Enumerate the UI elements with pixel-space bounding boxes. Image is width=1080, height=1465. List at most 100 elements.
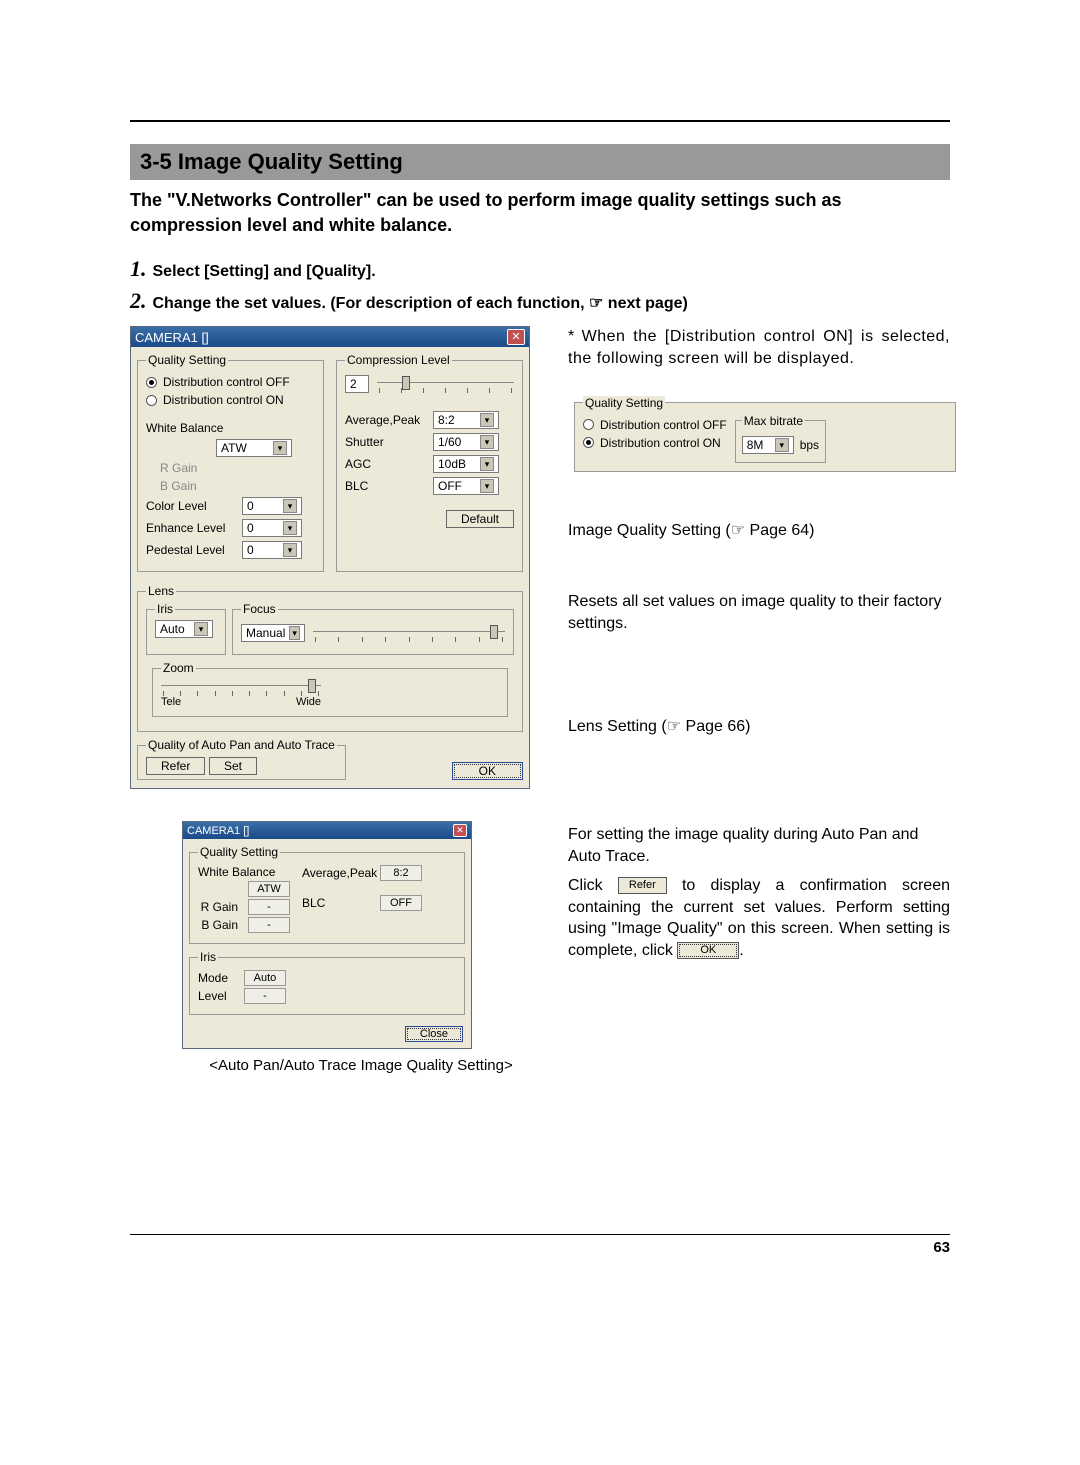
dropdown-icon: ▾ [480,457,494,471]
bps-label: bps [800,438,819,452]
zoom-tele-label: Tele [161,696,181,708]
iris-select[interactable]: Auto ▾ [155,620,213,638]
agc-select[interactable]: 10dB ▾ [433,455,499,473]
dropdown-icon: ▾ [283,543,297,557]
quality-setting-legend: Quality Setting [146,353,228,367]
refer-button[interactable]: Refer [146,757,205,775]
white-balance-label: White Balance [198,865,275,879]
reset-note: Resets all set values on image quality t… [568,591,950,634]
r-gain-label: R Gain [198,900,238,914]
level-readout: - [244,988,286,1004]
radio-icon [583,437,594,448]
enhance-level-select[interactable]: 0 ▾ [242,519,302,537]
dist-off-label: Distribution control OFF [163,375,290,389]
close-icon[interactable]: ✕ [453,824,467,837]
compression-value[interactable]: 2 [345,375,369,393]
blc-label: BLC [345,479,423,493]
pedestal-level-value: 0 [247,542,254,558]
dist-off-radio[interactable]: Distribution control OFF [583,418,727,432]
mode-readout: Auto [244,970,286,986]
level-label: Level [198,989,234,1003]
confirm-dialog: CAMERA1 [] ✕ Quality Setting White Balan… [182,821,472,1049]
iris-legend: Iris [198,950,218,964]
default-button[interactable]: Default [446,510,514,528]
compression-slider[interactable] [377,376,514,390]
avg-peak-select[interactable]: 8:2 ▾ [433,411,499,429]
iq-setting-ref: Image Quality Setting (☞ Page 64) [568,520,950,542]
step-text: Select [Setting] and [Quality]. [153,263,376,281]
max-bitrate-value: 8M [747,437,764,453]
b-gain-label: B Gain [146,479,197,493]
click-text: Click [568,877,618,894]
focus-slider[interactable] [313,625,505,639]
avg-peak-value: 8:2 [438,412,455,428]
top-rule [130,120,950,122]
b-gain-readout: - [248,917,290,933]
radio-icon [146,377,157,388]
dist-off-radio[interactable]: Distribution control OFF [146,375,315,389]
set-button[interactable]: Set [209,757,257,775]
shutter-select[interactable]: 1/60 ▾ [433,433,499,451]
page-footer: 63 [130,1234,950,1256]
b-gain-label: B Gain [198,918,238,932]
window-title: CAMERA1 [] [135,330,209,345]
white-balance-label: White Balance [146,421,223,435]
max-bitrate-select[interactable]: 8M ▾ [742,436,794,454]
main-dialog: CAMERA1 [] ✕ Quality Setting Distributio… [130,326,530,789]
ok-button-inline[interactable]: OK [677,942,739,959]
titlebar[interactable]: CAMERA1 [] ✕ [183,822,471,839]
white-balance-select[interactable]: ATW ▾ [216,439,292,457]
pedestal-level-label: Pedestal Level [146,543,232,557]
blc-value: OFF [438,478,462,494]
dropdown-icon: ▾ [775,438,789,452]
max-bitrate-legend: Max bitrate [742,414,805,428]
lens-setting-ref: Lens Setting (☞ Page 66) [568,716,950,738]
zoom-slider[interactable] [161,679,321,693]
close-icon[interactable]: ✕ [507,329,525,345]
r-gain-readout: - [248,899,290,915]
dropdown-icon: ▾ [480,413,494,427]
shutter-label: Shutter [345,435,423,449]
period: . [739,942,743,959]
agc-value: 10dB [438,456,466,472]
close-button[interactable]: Close [405,1026,463,1042]
blc-label: BLC [302,896,370,910]
click-note: Click Refer to display a confirmation sc… [568,875,950,961]
dropdown-icon: ▾ [289,626,300,640]
quality-setting-legend: Quality Setting [198,845,280,859]
white-balance-readout: ATW [248,881,290,897]
autopan-legend: Quality of Auto Pan and Auto Trace [146,738,337,752]
ok-button[interactable]: OK [452,762,523,780]
note-text: When the [Distribution control ON] is se… [568,328,950,367]
asterisk: * [568,328,574,345]
color-level-select[interactable]: 0 ▾ [242,497,302,515]
agc-label: AGC [345,457,423,471]
page-number: 63 [933,1239,950,1256]
step-text: Change the set values. (For description … [153,293,688,313]
refer-button-inline[interactable]: Refer [618,877,667,894]
enhance-level-value: 0 [247,520,254,536]
titlebar[interactable]: CAMERA1 [] ✕ [131,327,529,347]
blc-select[interactable]: OFF ▾ [433,477,499,495]
dist-off-label: Distribution control OFF [600,418,727,432]
compression-legend: Compression Level [345,353,452,367]
dist-on-radio[interactable]: Distribution control ON [146,393,315,407]
dist-on-snippet: Quality Setting Distribution control OFF… [574,396,956,472]
dropdown-icon: ▾ [273,441,287,455]
dropdown-icon: ▾ [480,479,494,493]
radio-icon [583,419,594,430]
dist-on-radio[interactable]: Distribution control ON [583,436,727,450]
pedestal-level-select[interactable]: 0 ▾ [242,541,302,559]
r-gain-label: R Gain [146,461,197,475]
focus-select[interactable]: Manual ▾ [241,624,305,642]
radio-icon [146,395,157,406]
step-1: 1. Select [Setting] and [Quality]. [130,256,950,282]
dropdown-icon: ▾ [283,499,297,513]
zoom-wide-label: Wide [296,696,321,708]
blc-readout: OFF [380,895,422,911]
dropdown-icon: ▾ [283,521,297,535]
color-level-value: 0 [247,498,254,514]
avg-peak-label: Average,Peak [345,413,423,427]
step-number: 1. [130,256,147,282]
dropdown-icon: ▾ [194,622,208,636]
